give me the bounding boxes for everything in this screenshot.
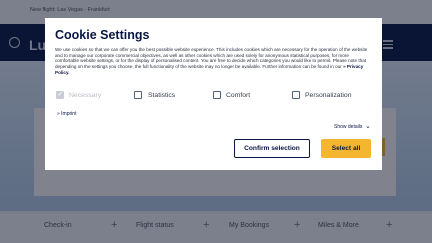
cookie-description-text: We use cookies so that we can offer you … [55,47,368,70]
personalization-label[interactable]: Personalization [305,92,351,99]
chevron-down-icon[interactable]: ⌄ [365,122,371,130]
comfort-checkbox[interactable] [213,91,221,99]
show-details-toggle[interactable]: Show details [334,124,362,130]
personalization-checkbox[interactable] [292,91,300,99]
cookie-description: We use cookies so that we can offer you … [55,47,371,76]
necessary-label: Necessary [69,92,102,99]
statistics-checkbox[interactable] [134,91,142,99]
dialog-title: Cookie Settings [55,28,150,42]
cookie-settings-dialog: Cookie Settings We use cookies so that w… [45,18,382,170]
necessary-checkbox [56,90,64,99]
confirm-selection-button[interactable]: Confirm selection [234,139,310,158]
select-all-button[interactable]: Select all [321,139,371,158]
imprint-link[interactable]: » Imprint [57,111,76,117]
comfort-label[interactable]: Comfort [226,92,250,99]
statistics-label[interactable]: Statistics [148,92,175,99]
